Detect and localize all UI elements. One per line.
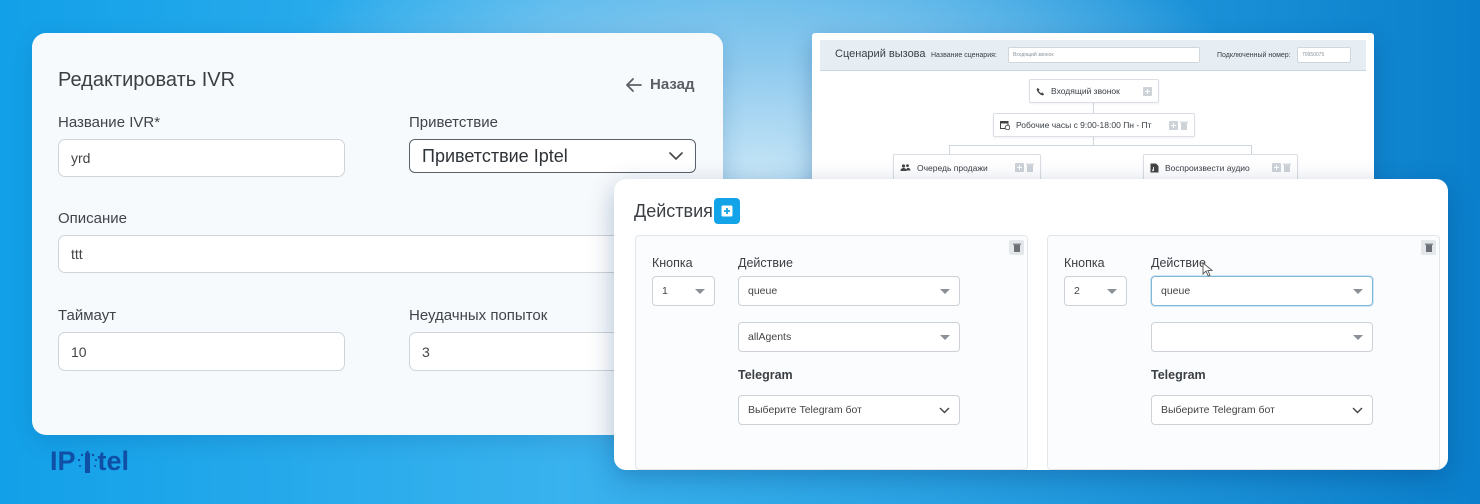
actions-title: Действия <box>634 201 713 221</box>
connected-number-label: Подключенный номер: <box>1217 52 1291 59</box>
scenario-name-label: Название сценария: <box>931 52 997 59</box>
timeout-label: Таймаут <box>58 307 117 324</box>
users-icon <box>900 164 911 171</box>
action-select[interactable]: queue <box>738 276 960 306</box>
description-label: Описание <box>58 210 128 227</box>
ivr-edit-title: Редактировать IVR <box>58 69 236 91</box>
telegram-label: Telegram <box>738 368 793 382</box>
button-value: 1 <box>662 285 668 297</box>
logo-text: tel <box>97 446 130 476</box>
agents-value: allAgents <box>748 331 792 343</box>
button-label: Кнопка <box>1064 256 1105 270</box>
logo-signal-icon <box>77 450 97 473</box>
scenario-header: Сценарий вызова Название сценария: Входя… <box>820 40 1366 71</box>
button-label: Кнопка <box>652 256 693 270</box>
connected-number-value: 70950075 <box>1302 52 1325 58</box>
add-step-icon[interactable] <box>1143 86 1152 96</box>
greeting-value: Приветствие Iptel <box>422 145 568 166</box>
agents-select[interactable]: allAgents <box>738 322 960 352</box>
flow-connector <box>1093 102 1094 113</box>
chevron-down-icon <box>1352 407 1363 413</box>
logo-prefix: IP <box>50 446 76 476</box>
delete-action-button[interactable] <box>1421 240 1436 255</box>
timeout-input[interactable]: 10 <box>58 332 345 371</box>
flow-node-play-audio[interactable]: Воспроизвести аудио <box>1143 154 1298 181</box>
action-label: Действие <box>1151 256 1206 270</box>
telegram-value: Выберите Telegram бот <box>748 404 862 416</box>
flow-node-working-hours[interactable]: Робочие часы с 9:00-18:00 Пн - Пт <box>993 113 1195 137</box>
trash-icon[interactable] <box>1026 163 1034 172</box>
telegram-select[interactable]: Выберите Telegram бот <box>1151 395 1373 425</box>
plus-icon <box>721 205 733 217</box>
mouse-cursor-icon <box>1202 262 1213 277</box>
greeting-select[interactable]: Приветствие Iptel <box>409 139 696 173</box>
chevron-down-icon <box>939 407 950 413</box>
ivr-name-value: yrd <box>71 150 91 166</box>
delete-action-button[interactable] <box>1009 240 1024 255</box>
add-step-icon[interactable] <box>1272 163 1281 172</box>
agents-select[interactable] <box>1151 322 1373 352</box>
caret-down-icon <box>940 334 950 340</box>
add-step-icon[interactable] <box>1169 120 1178 130</box>
audio-file-icon <box>1150 163 1159 172</box>
back-label: Назад <box>650 76 695 93</box>
incoming-call-label: Входящий звонок <box>1051 86 1120 96</box>
caret-down-icon <box>1353 288 1363 294</box>
action-select[interactable]: queue <box>1151 276 1373 306</box>
flow-connector <box>949 145 1251 146</box>
flow-node-sales-queue[interactable]: Очередь продажи <box>893 154 1041 181</box>
action-value: queue <box>748 285 778 297</box>
play-audio-label: Воспроизвести аудио <box>1165 162 1250 173</box>
timeout-value: 10 <box>71 343 87 360</box>
flow-connector <box>1251 145 1252 154</box>
working-hours-label: Робочие часы с 9:00-18:00 Пн - Пт <box>1016 120 1152 130</box>
add-step-icon[interactable] <box>1015 163 1024 172</box>
caret-down-icon <box>695 288 705 294</box>
sales-queue-label: Очередь продажи <box>917 162 988 173</box>
attempts-label: Неудачных попыток <box>409 307 548 324</box>
scenario-title: Сценарий вызова <box>835 48 926 60</box>
caret-down-icon <box>940 288 950 294</box>
trash-icon[interactable] <box>1180 121 1188 130</box>
trash-icon <box>1012 243 1021 252</box>
trash-icon <box>1424 243 1433 252</box>
scenario-name-input[interactable]: Входящий звонок <box>1008 47 1200 63</box>
back-button[interactable]: Назад <box>626 76 694 93</box>
ivr-name-input[interactable]: yrd <box>58 139 345 177</box>
connected-number-input[interactable]: 70950075 <box>1297 47 1351 63</box>
caret-down-icon <box>1353 334 1363 340</box>
button-select[interactable]: 1 <box>652 276 715 306</box>
chevron-down-icon <box>669 151 683 160</box>
caret-down-icon <box>1107 288 1117 294</box>
attempts-value: 3 <box>422 343 430 360</box>
calendar-clock-icon <box>1000 121 1010 130</box>
telegram-value: Выберите Telegram бот <box>1161 404 1275 416</box>
flow-connector <box>949 145 950 154</box>
flow-connector <box>1093 137 1094 145</box>
flow-node-incoming-call[interactable]: Входящий звонок <box>1029 79 1159 103</box>
button-select[interactable]: 2 <box>1064 276 1127 306</box>
arrow-left-icon <box>626 77 642 92</box>
scenario-name-value: Входящий звонок <box>1013 52 1054 58</box>
action-label: Действие <box>738 256 793 270</box>
telegram-label: Telegram <box>1151 368 1206 382</box>
actions-card: Действия Кнопка 1 Действие queue allAgen… <box>614 179 1448 470</box>
ivr-name-label: Название IVR* <box>58 114 161 131</box>
description-input[interactable]: ttt <box>58 235 698 273</box>
action-column-2: Кнопка 2 Действие queue Telegram Выберит… <box>1047 235 1440 470</box>
greeting-label: Приветствие <box>409 114 498 131</box>
action-column-1: Кнопка 1 Действие queue allAgents Telegr… <box>635 235 1028 470</box>
phone-icon <box>1036 87 1045 95</box>
description-value: ttt <box>71 246 83 262</box>
add-action-button[interactable] <box>714 198 740 224</box>
action-value: queue <box>1161 285 1191 297</box>
button-value: 2 <box>1074 285 1080 297</box>
telegram-select[interactable]: Выберите Telegram бот <box>738 395 960 425</box>
iptel-logo: IP tel <box>50 446 129 477</box>
trash-icon[interactable] <box>1283 163 1291 172</box>
